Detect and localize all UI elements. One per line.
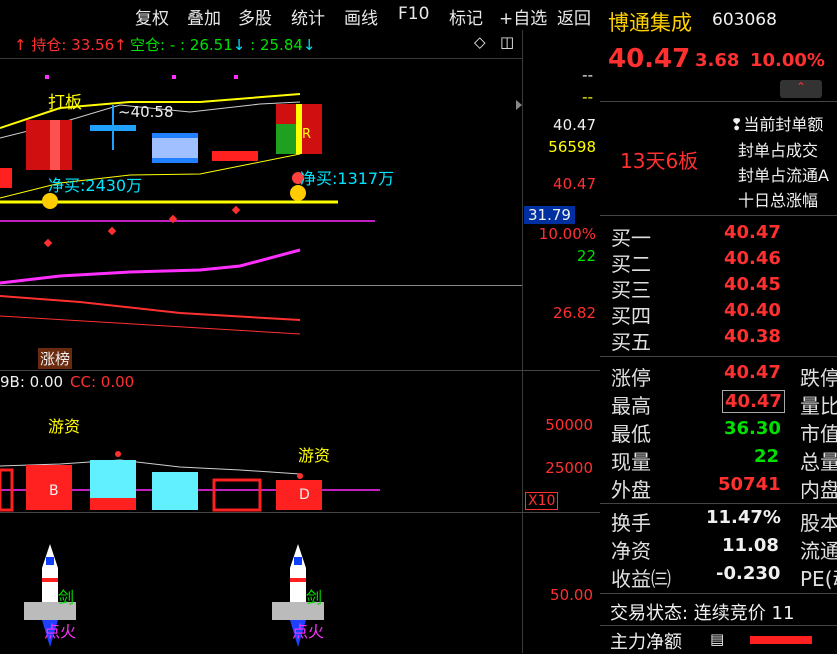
stock-change: 3.68 [695, 50, 740, 71]
menu-duogu[interactable]: 多股 [238, 4, 272, 29]
vol-scale-50000: 50000 [545, 416, 593, 434]
stat-row: 外盘 50741 内盘 [611, 474, 837, 502]
stat-row: 最高 40.47 量比 [611, 390, 837, 418]
x10-badge[interactable]: X10 [525, 492, 559, 510]
menu-zixuan[interactable]: +自选 [499, 4, 547, 29]
list-icon[interactable]: ▤ [710, 630, 724, 648]
menu-fuquan[interactable]: 复权 [135, 4, 169, 29]
stat-row: 收益㈢-0.230PE(动 [611, 563, 837, 591]
streak-label: 13天6板 [620, 149, 699, 173]
collapse-button[interactable]: ⌃ [780, 80, 822, 98]
dianhuo-label-2: 点火 [292, 622, 325, 641]
net-buy-1: 净买:2430万 [48, 176, 143, 195]
info-2: 封单占成交 [738, 141, 819, 160]
stock-pct: 10.00% [750, 50, 825, 71]
stat-row: 换手 11.47% 股本 [611, 507, 837, 535]
empty-label: 空仓: - : 26.51↓ : 25.84↓ [130, 36, 316, 54]
menu-f10[interactable]: F10 [398, 4, 429, 24]
stock-price: 40.47 [608, 44, 691, 74]
menu-huaxian[interactable]: 画线 [344, 4, 378, 29]
stock-name: 博通集成 [608, 11, 692, 35]
order-row: 买二 40.46 [611, 248, 781, 276]
menu-biaoji[interactable]: 标记 [449, 4, 483, 29]
main-flow-label: 主力净额 [610, 632, 682, 653]
stat-row: 涨停 40.47 跌停 [611, 362, 837, 390]
signal-chart [24, 544, 324, 647]
volume-chart[interactable] [0, 370, 522, 512]
info-4: 十日总涨幅 [738, 191, 819, 210]
hold-label: ↑ 持仓: 33.56↑ [14, 36, 127, 54]
order-row: 买四 40.40 [611, 300, 781, 328]
crosshair-price: 31.79 [524, 206, 575, 224]
quote-panel: 博通集成 603068 40.47 3.68 10.00% ⌃ 13天6板 ❢当… [600, 0, 837, 653]
main-flow-bar [750, 636, 812, 644]
info-3: 封单占流通A [738, 166, 829, 185]
menu-diejia[interactable]: 叠加 [187, 4, 221, 29]
daban-label: 打板 [48, 93, 82, 113]
price-mark: ~40.58 [118, 103, 174, 121]
jian-label-2: 剑 [306, 588, 323, 607]
order-row: 买五 40.38 [611, 326, 781, 354]
trade-status: 交易状态: 连续竞价 11 [610, 603, 795, 624]
menu-fanhui[interactable]: 返回 [557, 4, 591, 29]
high-value-box: 40.47 [722, 390, 785, 413]
order-row: 买一 40.47 [611, 222, 781, 250]
menu-tongji[interactable]: 统计 [291, 4, 325, 29]
net-buy-2: 净买:1317万 [300, 169, 395, 188]
r-mark: R [302, 127, 312, 142]
b-label: B [49, 483, 59, 499]
price-scale: -- -- 40.47 56598 40.47 31.79 10.00% 22 … [523, 58, 599, 370]
stock-code: 603068 [712, 10, 777, 30]
dianhuo-label-1: 点火 [44, 622, 77, 641]
zhangbang-badge: 涨榜 [38, 348, 73, 369]
jian-label-1: 剑 [58, 588, 75, 607]
stat-row: 最低 36.30 市值 [611, 418, 837, 446]
menu-bar: 复权 叠加 多股 统计 画线 F10 标记 +自选 返回 [0, 0, 600, 30]
order-row: 买三 40.45 [611, 274, 781, 302]
vol-scale-25000: 25000 [545, 459, 593, 477]
diamond-icon[interactable]: ◇ [474, 33, 486, 51]
info-1: ❢当前封单额 [730, 115, 824, 134]
window-icon[interactable]: ◫ [500, 33, 514, 51]
d-label: D [299, 487, 310, 503]
bottom-scale: 50.00 [550, 586, 593, 604]
stat-row: 净资 11.08 流通 [611, 535, 837, 563]
stat-row: 现量 22 总量 [611, 446, 837, 474]
